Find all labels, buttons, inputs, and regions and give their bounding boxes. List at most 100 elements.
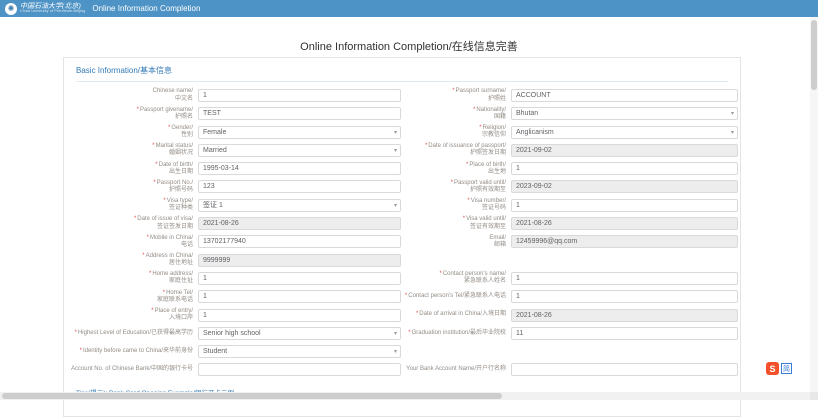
field-value: 2023-09-02 (516, 183, 552, 190)
input-date-of-arrival-in-china[interactable]: 2021-08-26 (511, 309, 738, 322)
field-label-line: 居住地址 (169, 260, 193, 267)
required-asterisk: * (153, 180, 155, 186)
field-label-line: *Passport valid until/ (451, 180, 506, 187)
input-passport-givename[interactable]: TEST (198, 107, 401, 120)
field-label-text: 邮箱 (494, 242, 506, 248)
input-place-of-birth[interactable]: 1 (511, 162, 738, 175)
field-label-text: 出生地 (488, 169, 506, 175)
input-passport-valid-until[interactable]: 2023-09-02 (511, 180, 738, 193)
field-label-text: Visa type/ (167, 198, 193, 204)
form-row-home-address: *Home address/家庭住址1 (76, 272, 401, 285)
input-chinese-name[interactable]: 1 (198, 89, 401, 102)
field-label-text: 国籍 (494, 114, 506, 120)
input-contact-person-s-tel[interactable]: 1 (511, 290, 738, 303)
field-label-text: Home address/ (152, 271, 193, 277)
field-label-line: *Highest Level of Education/已获得最高学历 (75, 330, 193, 337)
field-label-line: 护照姓 (488, 96, 506, 103)
field-label-text: 家庭联系电话 (157, 297, 193, 303)
select-identity-before-came-to-china[interactable]: Student▾ (198, 345, 401, 358)
field-label-text: 签证种类 (169, 205, 193, 211)
field-label: *Place of entry/入境口岸 (76, 308, 198, 322)
form-row-religion: *Religion/宗教信仰Anglicanism▾ (401, 126, 738, 139)
field-label-line: *Date of birth/ (155, 162, 193, 169)
select-highest-level-of-education[interactable]: Senior high school▾ (198, 327, 401, 340)
logo-glyph: ✺ (8, 5, 15, 13)
select-nationality[interactable]: Bhutan▾ (511, 107, 738, 120)
field-label-text: Your Bank Account Name/开户行名称 (406, 366, 506, 372)
form-row-email: Email/邮箱 12459996@qq.com (401, 235, 738, 248)
form-columns: Chinese name/中文名1*Passport givename/护照名T… (76, 89, 740, 382)
field-label: *Visa valid until/签证有效期至 (401, 216, 511, 230)
input-passport-no[interactable]: 123 (198, 180, 401, 193)
field-value: 12459996@qq.com (516, 238, 577, 245)
field-label-line: *Nationality/ (473, 107, 506, 114)
required-asterisk: * (149, 271, 151, 277)
input-home-tel[interactable]: 1 (198, 290, 401, 303)
field-label-text: Visa number/ (471, 198, 506, 204)
field-label-text: 紧急联系人姓名 (464, 278, 506, 284)
input-visa-valid-until[interactable]: 2021-08-26 (511, 217, 738, 230)
input-place-of-entry[interactable]: 1 (198, 309, 401, 322)
form-row-contact-person-s-tel: *Contact person's Tel/紧急联系人电话1 (401, 290, 738, 303)
select-gender[interactable]: Female▾ (198, 126, 401, 139)
ime-mode-icon[interactable]: 简 (781, 363, 792, 374)
field-label-line: 家庭联系电话 (157, 297, 193, 304)
input-date-of-issue-of-visa[interactable]: 2021-08-26 (198, 217, 401, 230)
chevron-down-icon: ▾ (394, 148, 397, 154)
input-your-bank-account-name[interactable] (511, 363, 738, 376)
field-label-line: *Passport givename/ (137, 107, 193, 114)
chevron-down-icon: ▾ (394, 203, 397, 209)
field-label-text: Email/ (489, 235, 506, 241)
field-label-line: *Date of issue of visa/ (134, 216, 193, 223)
input-date-of-birth[interactable]: 1995-03-14 (198, 162, 401, 175)
chevron-down-icon: ▾ (731, 130, 734, 136)
input-visa-number[interactable]: 1 (511, 199, 738, 212)
field-label-text: Passport givename/ (140, 107, 193, 113)
sogou-input-icon[interactable]: S (766, 362, 779, 375)
form-row-date-of-issue-of-visa: *Date of issue of visa/签证签发日期2021-08-26 (76, 217, 401, 230)
horizontal-scrollbar-thumb[interactable] (2, 393, 502, 399)
field-value: 2021-08-26 (203, 220, 239, 227)
field-label-text: 签证有效期至 (470, 224, 506, 230)
field-label: *Marital status/婚姻状况 (76, 143, 198, 157)
field-label-line: *Home Tel/ (163, 290, 193, 297)
input-contact-person-s-name[interactable]: 1 (511, 272, 738, 285)
input-account-no-of-chinese-bank[interactable] (198, 363, 401, 376)
horizontal-scrollbar[interactable] (0, 392, 818, 400)
field-label: *Nationality/国籍 (401, 107, 511, 121)
form-row-highest-level-of-education: *Highest Level of Education/已获得最高学历 Senio… (76, 327, 401, 340)
field-value: TEST (203, 110, 221, 117)
field-label-line: 出生地 (488, 169, 506, 176)
select-visa-type[interactable]: 签证 1▾ (198, 199, 401, 212)
field-label: Email/邮箱 (401, 235, 511, 249)
input-mobile-in-china[interactable]: 13702177940 (198, 235, 401, 248)
vertical-scrollbar[interactable] (810, 17, 818, 392)
field-label-text: 宗教信仰 (482, 132, 506, 138)
input-home-address[interactable]: 1 (198, 272, 401, 285)
required-asterisk: * (451, 180, 453, 186)
select-marital-status[interactable]: Married▾ (198, 144, 401, 157)
vertical-scrollbar-thumb[interactable] (811, 20, 817, 90)
form-row-visa-valid-until: *Visa valid until/签证有效期至2021-08-26 (401, 217, 738, 230)
required-asterisk: * (163, 198, 165, 204)
field-value: 1 (516, 165, 520, 172)
input-date-of-issuance-of-passport[interactable]: 2021-09-02 (511, 144, 738, 157)
input-passport-surname[interactable]: ACCOUNT (511, 89, 738, 102)
field-label: *Passport surname/护照姓 (401, 88, 511, 102)
field-label: Your Bank Account Name/开户行名称 (401, 366, 511, 373)
field-label-line: *Mobile in China/ (147, 235, 193, 242)
input-email[interactable]: 12459996@qq.com (511, 235, 738, 248)
required-asterisk: * (416, 311, 418, 317)
field-label-text: Chinese name/ (153, 88, 193, 94)
input-address-in-china[interactable]: 9999999 (198, 254, 401, 267)
field-label-line: 紧急联系人姓名 (464, 278, 506, 285)
field-label-line: 性别 (181, 132, 193, 139)
field-value: 2021-08-26 (516, 312, 552, 319)
input-graduation-institution[interactable]: 11 (511, 327, 738, 340)
field-value: 2021-09-02 (516, 147, 552, 154)
select-religion[interactable]: Anglicanism▾ (511, 126, 738, 139)
field-label-text: Visa valid until/ (466, 216, 506, 222)
field-label-text: Date of issuance of passport/ (428, 143, 506, 149)
header-title: Online Information Completion (92, 4, 200, 13)
field-label: *Home address/家庭住址 (76, 271, 198, 285)
